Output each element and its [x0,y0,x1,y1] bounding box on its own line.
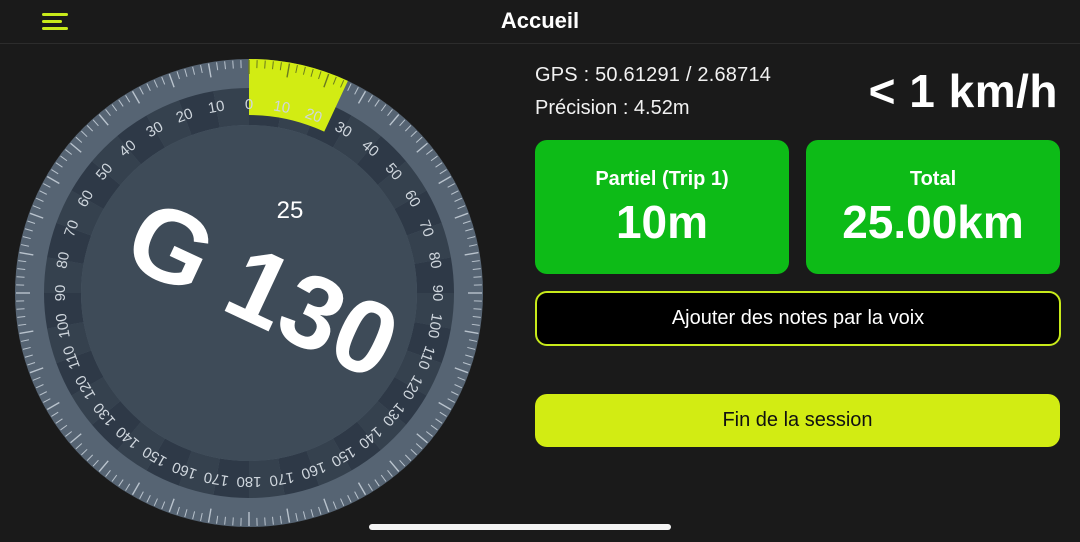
target-distance-label: 25 [277,197,304,224]
trip-label: Partiel (Trip 1) [595,168,729,190]
trip-value: 10m [615,196,709,248]
home-indicator [369,524,671,530]
total-card: Total 25.00km [806,140,1060,274]
ring-degree-label: 10 [272,98,291,118]
ring-tick [473,276,482,278]
ring-tick [16,308,25,310]
top-bar: Accueil [0,0,1080,44]
ring-degree-label: 80 [54,251,74,270]
page-title: Accueil [500,8,580,33]
compass-dial: 0 10 2030405060708090100110120130140150160… [15,59,483,527]
gps-coordinates: GPS : 50.61291 / 2.68714 [535,64,772,86]
ring-degree-label: 180 [236,473,261,490]
ring-degree-label: 90 [52,285,69,302]
ring-tick [264,517,266,526]
gps-precision: Précision : 4.52m [535,97,690,119]
total-value: 25.00km [842,196,1024,248]
ring-degree-label: 10 [207,98,226,118]
ring-tick [264,60,266,69]
ring-degree-label: 0 [245,96,253,113]
ring-degree-label: 80 [425,251,445,270]
ring-tick [16,276,25,278]
ring-degree-label: 90 [429,285,446,302]
voice-notes-button[interactable]: Ajouter des notes par la voix [535,291,1061,346]
speed-readout: < 1 km/h [868,65,1058,117]
ring-tick [232,517,234,526]
app-screen: Accueil 0 10 20 30 40 50 60 70 80 90 100 110 120 130 1… [0,0,1080,542]
ring-tick [473,308,482,310]
trip-card: Partiel (Trip 1) 10m [535,140,789,274]
ring-tick [232,60,234,69]
total-label: Total [909,168,957,190]
end-session-button[interactable]: Fin de la session [535,394,1060,447]
